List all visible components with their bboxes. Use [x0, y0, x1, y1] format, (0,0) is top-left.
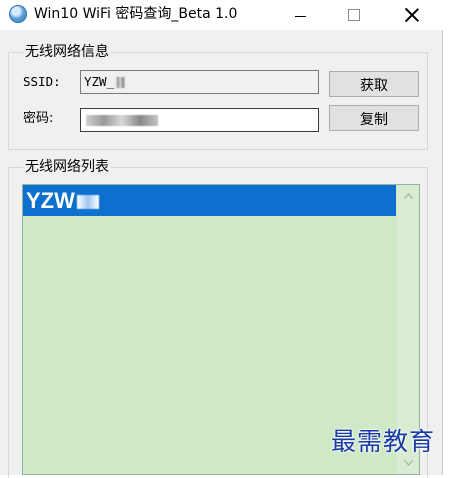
watermark-logo: 最需教育	[331, 427, 436, 456]
list-item[interactable]: YZW	[23, 185, 396, 216]
wifi-list-legend: 无线网络列表	[23, 158, 111, 176]
close-button[interactable]	[389, 0, 435, 30]
password-field[interactable]	[80, 108, 319, 132]
window-title: Win10 WiFi 密码查询_Beta 1.0	[34, 6, 238, 22]
password-label: 密码:	[23, 111, 54, 126]
ssid-value: YZW_	[84, 74, 115, 89]
window-client-area: 无线网络信息 SSID: YZW_ 获取 密码: 复制 无线网络列表 YZW	[0, 30, 443, 478]
redacted-text	[116, 77, 126, 88]
redacted-password	[86, 115, 158, 126]
wifi-info-group: 无线网络信息	[8, 43, 428, 150]
minimize-button[interactable]	[277, 0, 323, 30]
ssid-field[interactable]: YZW_	[80, 70, 319, 94]
scroll-up-button[interactable]	[397, 185, 419, 207]
chevron-down-icon	[403, 460, 413, 466]
maximize-icon	[348, 9, 360, 21]
minimize-icon	[294, 15, 306, 17]
ssid-label: SSID:	[23, 74, 61, 89]
wifi-globe-icon	[9, 5, 27, 23]
fetch-button[interactable]: 获取	[329, 71, 419, 97]
wifi-info-legend: 无线网络信息	[23, 43, 111, 61]
redacted-text	[76, 195, 99, 210]
close-icon	[405, 8, 419, 22]
title-bar[interactable]: Win10 WiFi 密码查询_Beta 1.0	[0, 0, 455, 30]
chevron-up-icon	[403, 193, 413, 199]
maximize-button[interactable]	[331, 0, 377, 30]
copy-button[interactable]: 复制	[329, 105, 419, 131]
list-item-label: YZW	[26, 188, 75, 213]
